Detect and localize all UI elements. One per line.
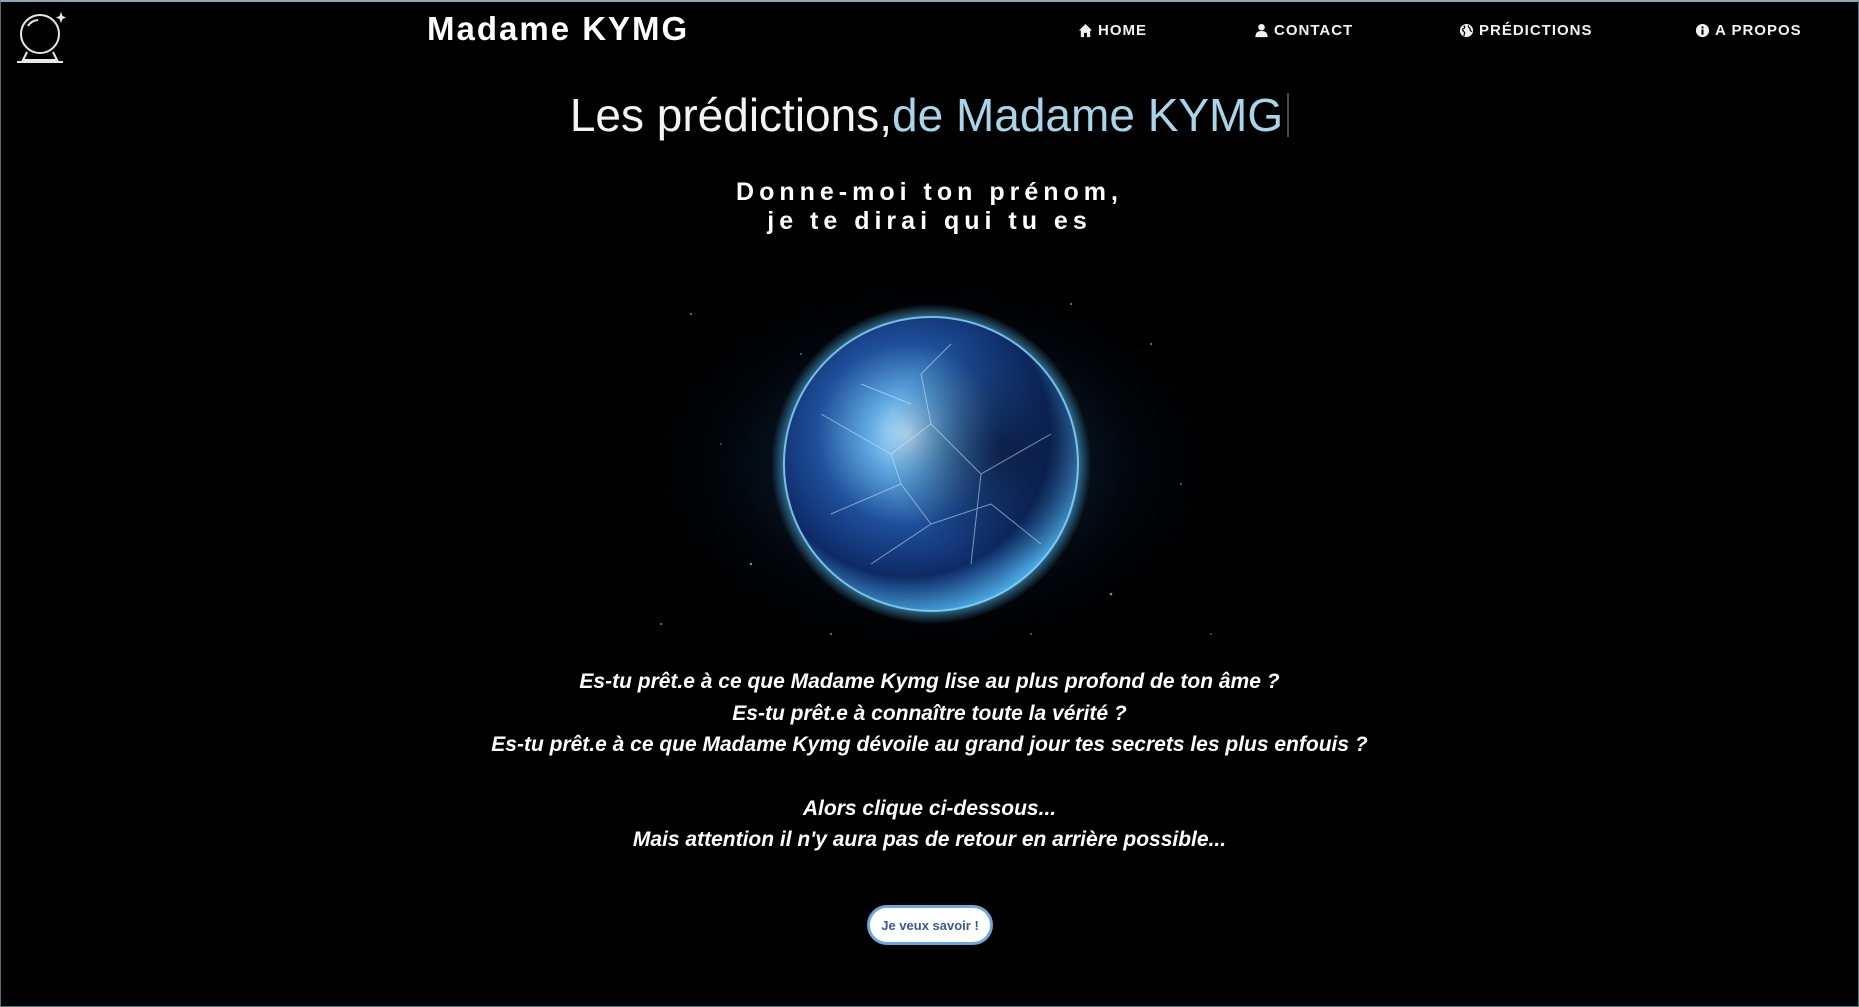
nav-item-apropos[interactable]: A PROPOS: [1695, 22, 1802, 39]
globe-icon: [1459, 23, 1474, 38]
page-frame: Madame KYMG HOME CONTACT PRÉDICTIONS A P…: [0, 0, 1859, 1007]
crystal-ball-icon[interactable]: [11, 8, 69, 66]
info-icon: [1695, 23, 1710, 38]
nav-item-home[interactable]: HOME: [1078, 22, 1147, 39]
typing-caret: [1287, 93, 1290, 137]
nav-item-label: A PROPOS: [1715, 22, 1802, 39]
je-veux-savoir-button[interactable]: Je veux savoir !: [867, 905, 993, 945]
title-accent: de Madame KYMG: [892, 89, 1284, 141]
tagline: Donne-moi ton prénom, je te dirai qui tu…: [1, 178, 1858, 236]
message-line: Alors clique ci-dessous...: [802, 796, 1057, 820]
home-icon: [1078, 23, 1093, 38]
navbar: Madame KYMG HOME CONTACT PRÉDICTIONS A P…: [1, 2, 1858, 66]
crystal-orb-image: [631, 264, 1231, 664]
nav-item-label: PRÉDICTIONS: [1479, 22, 1593, 39]
nav-item-predictions[interactable]: PRÉDICTIONS: [1459, 22, 1593, 39]
tagline-line: je te dirai qui tu es: [767, 207, 1092, 235]
nav-item-contact[interactable]: CONTACT: [1254, 22, 1353, 39]
message-line: Es-tu prêt.e à connaître toute la vérité…: [732, 701, 1127, 725]
page-title: Les prédictions,de Madame KYMG: [1, 88, 1858, 142]
message-line: Es-tu prêt.e à ce que Madame Kymg lise a…: [579, 670, 1280, 693]
nav-item-label: CONTACT: [1274, 22, 1354, 39]
user-icon: [1255, 23, 1268, 38]
brand-title[interactable]: Madame KYMG: [427, 10, 689, 48]
message-line: Es-tu prêt.e à ce que Madame Kymg dévoil…: [491, 733, 1368, 756]
message-line: Mais attention il n'y aura pas de retour…: [632, 828, 1227, 851]
title-main: Les prédictions,: [569, 89, 892, 141]
intro-message: Es-tu prêt.e à ce que Madame Kymg lise a…: [1, 666, 1858, 856]
tagline-line: Donne-moi ton prénom,: [736, 178, 1123, 206]
nav-item-label: HOME: [1098, 22, 1147, 39]
